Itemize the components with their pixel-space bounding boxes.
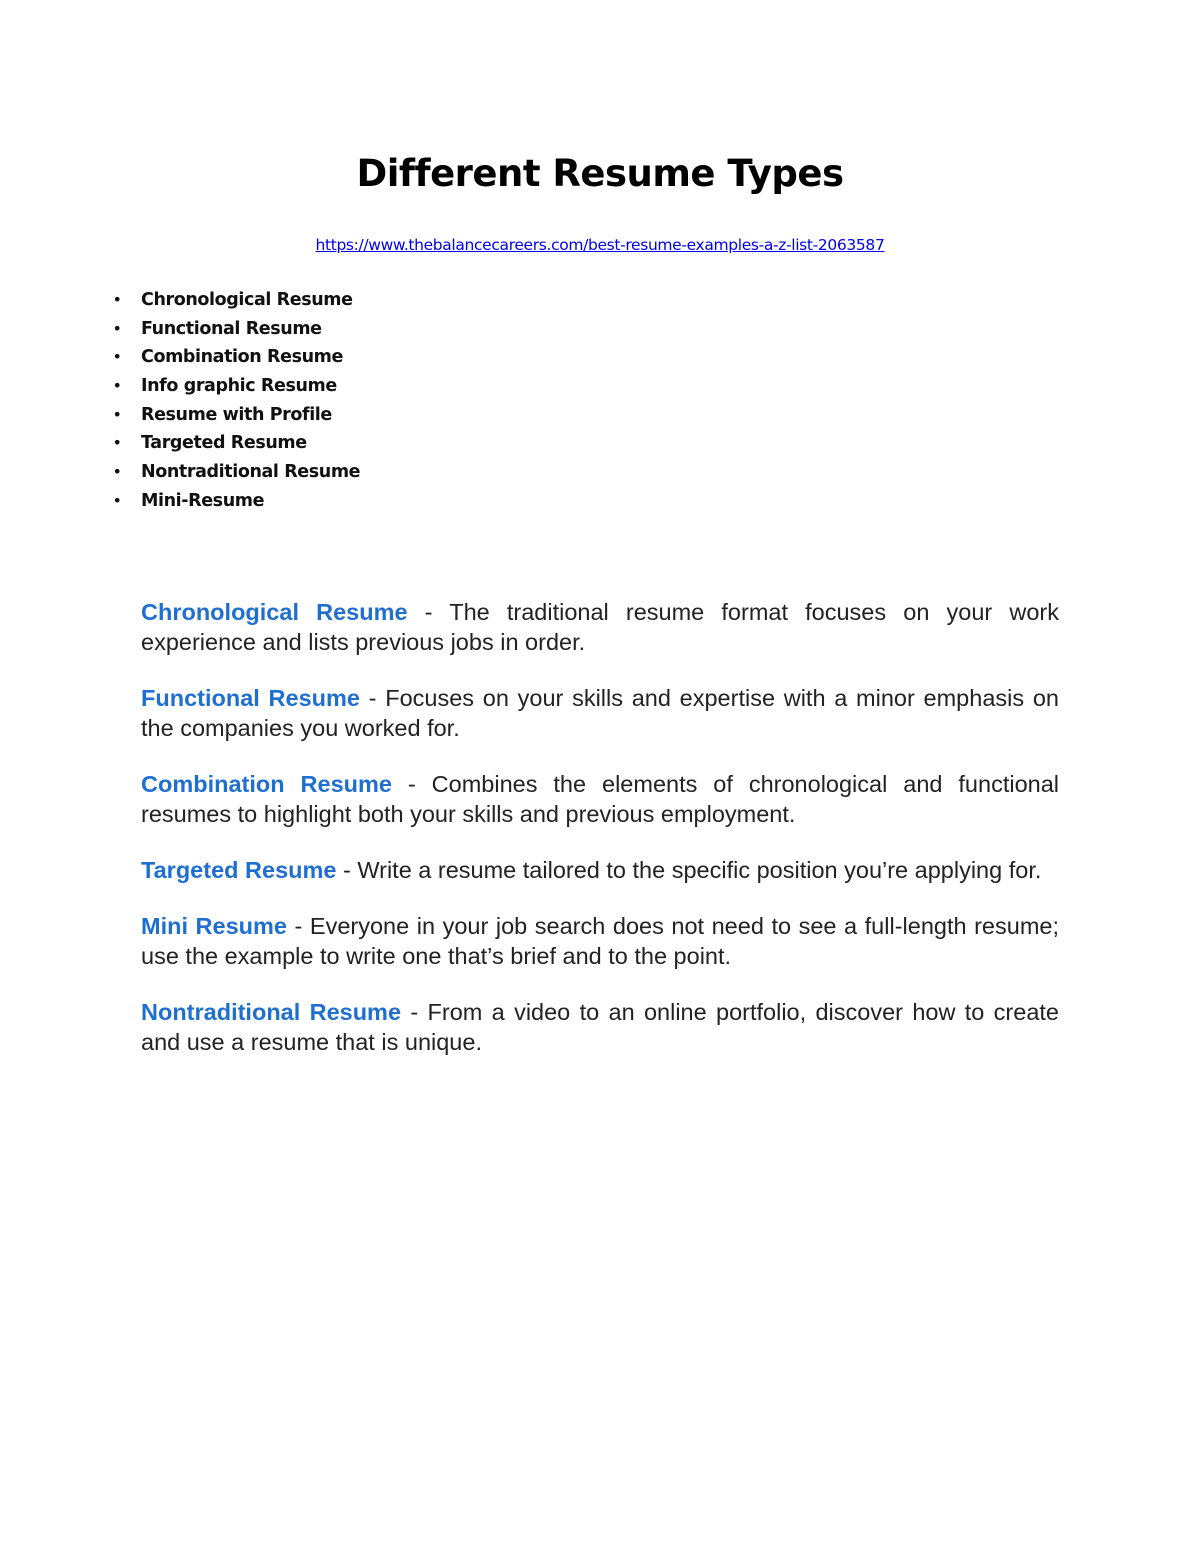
description-separator: -: [407, 599, 450, 625]
list-item: • Functional Resume: [111, 315, 360, 344]
list-item: • Targeted Resume: [111, 429, 360, 458]
document-page: Different Resume Types https://www.theba…: [0, 0, 1200, 1553]
list-item: • Combination Resume: [111, 343, 360, 372]
list-item-label: Mini-Resume: [141, 490, 265, 511]
page-title: Different Resume Types: [356, 152, 844, 195]
source-link[interactable]: https://www.thebalancecareers.com/best-r…: [316, 236, 885, 254]
description-term: Mini Resume: [141, 913, 287, 939]
list-item-label: Nontraditional Resume: [141, 462, 361, 483]
list-item: • Info graphic Resume: [111, 372, 360, 401]
description-paragraph: Functional Resume - Focuses on your skil…: [141, 683, 1059, 743]
resume-types-list: • Chronological Resume • Functional Resu…: [111, 286, 360, 516]
description-paragraph: Targeted Resume - Write a resume tailore…: [141, 855, 1059, 885]
description-paragraph: Chronological Resume - The traditional r…: [141, 597, 1059, 657]
description-term: Targeted Resume: [141, 857, 337, 883]
description-separator: -: [359, 685, 386, 711]
description-text: Write a resume tailored to the specific …: [357, 857, 1042, 883]
description-term: Chronological Resume: [141, 599, 408, 625]
list-item: • Resume with Profile: [111, 401, 360, 430]
bullet-icon: •: [112, 462, 122, 482]
bullet-icon: •: [112, 490, 122, 510]
description-paragraph: Combination Resume - Combines the elemen…: [141, 769, 1059, 829]
description-separator: -: [336, 857, 358, 883]
description-term: Functional Resume: [141, 685, 360, 711]
descriptions-section: Chronological Resume - The traditional r…: [141, 597, 1059, 1083]
list-item-label: Chronological Resume: [141, 290, 353, 310]
list-item-label: Resume with Profile: [141, 404, 332, 425]
bullet-icon: •: [112, 404, 122, 424]
list-item-label: Functional Resume: [141, 318, 322, 339]
description-term: Combination Resume: [141, 771, 392, 797]
description-separator: -: [401, 999, 428, 1025]
description-paragraph: Mini Resume - Everyone in your job searc…: [141, 911, 1059, 971]
list-item-label: Targeted Resume: [141, 433, 307, 454]
bullet-icon: •: [112, 376, 122, 396]
bullet-icon: •: [112, 347, 122, 367]
list-item: • Nontraditional Resume: [111, 458, 360, 487]
description-term: Nontraditional Resume: [141, 999, 402, 1025]
source-link-container: https://www.thebalancecareers.com/best-r…: [0, 233, 1200, 257]
list-item: • Chronological Resume: [111, 286, 360, 315]
description-separator: -: [391, 771, 432, 797]
bullet-icon: •: [112, 433, 122, 453]
bullet-icon: •: [112, 290, 122, 309]
list-item: • Mini-Resume: [111, 487, 360, 516]
list-item-label: Info graphic Resume: [141, 376, 337, 397]
bullet-icon: •: [112, 318, 122, 338]
description-paragraph: Nontraditional Resume - From a video to …: [141, 997, 1059, 1057]
list-item-label: Combination Resume: [141, 347, 343, 368]
description-separator: -: [286, 913, 310, 939]
